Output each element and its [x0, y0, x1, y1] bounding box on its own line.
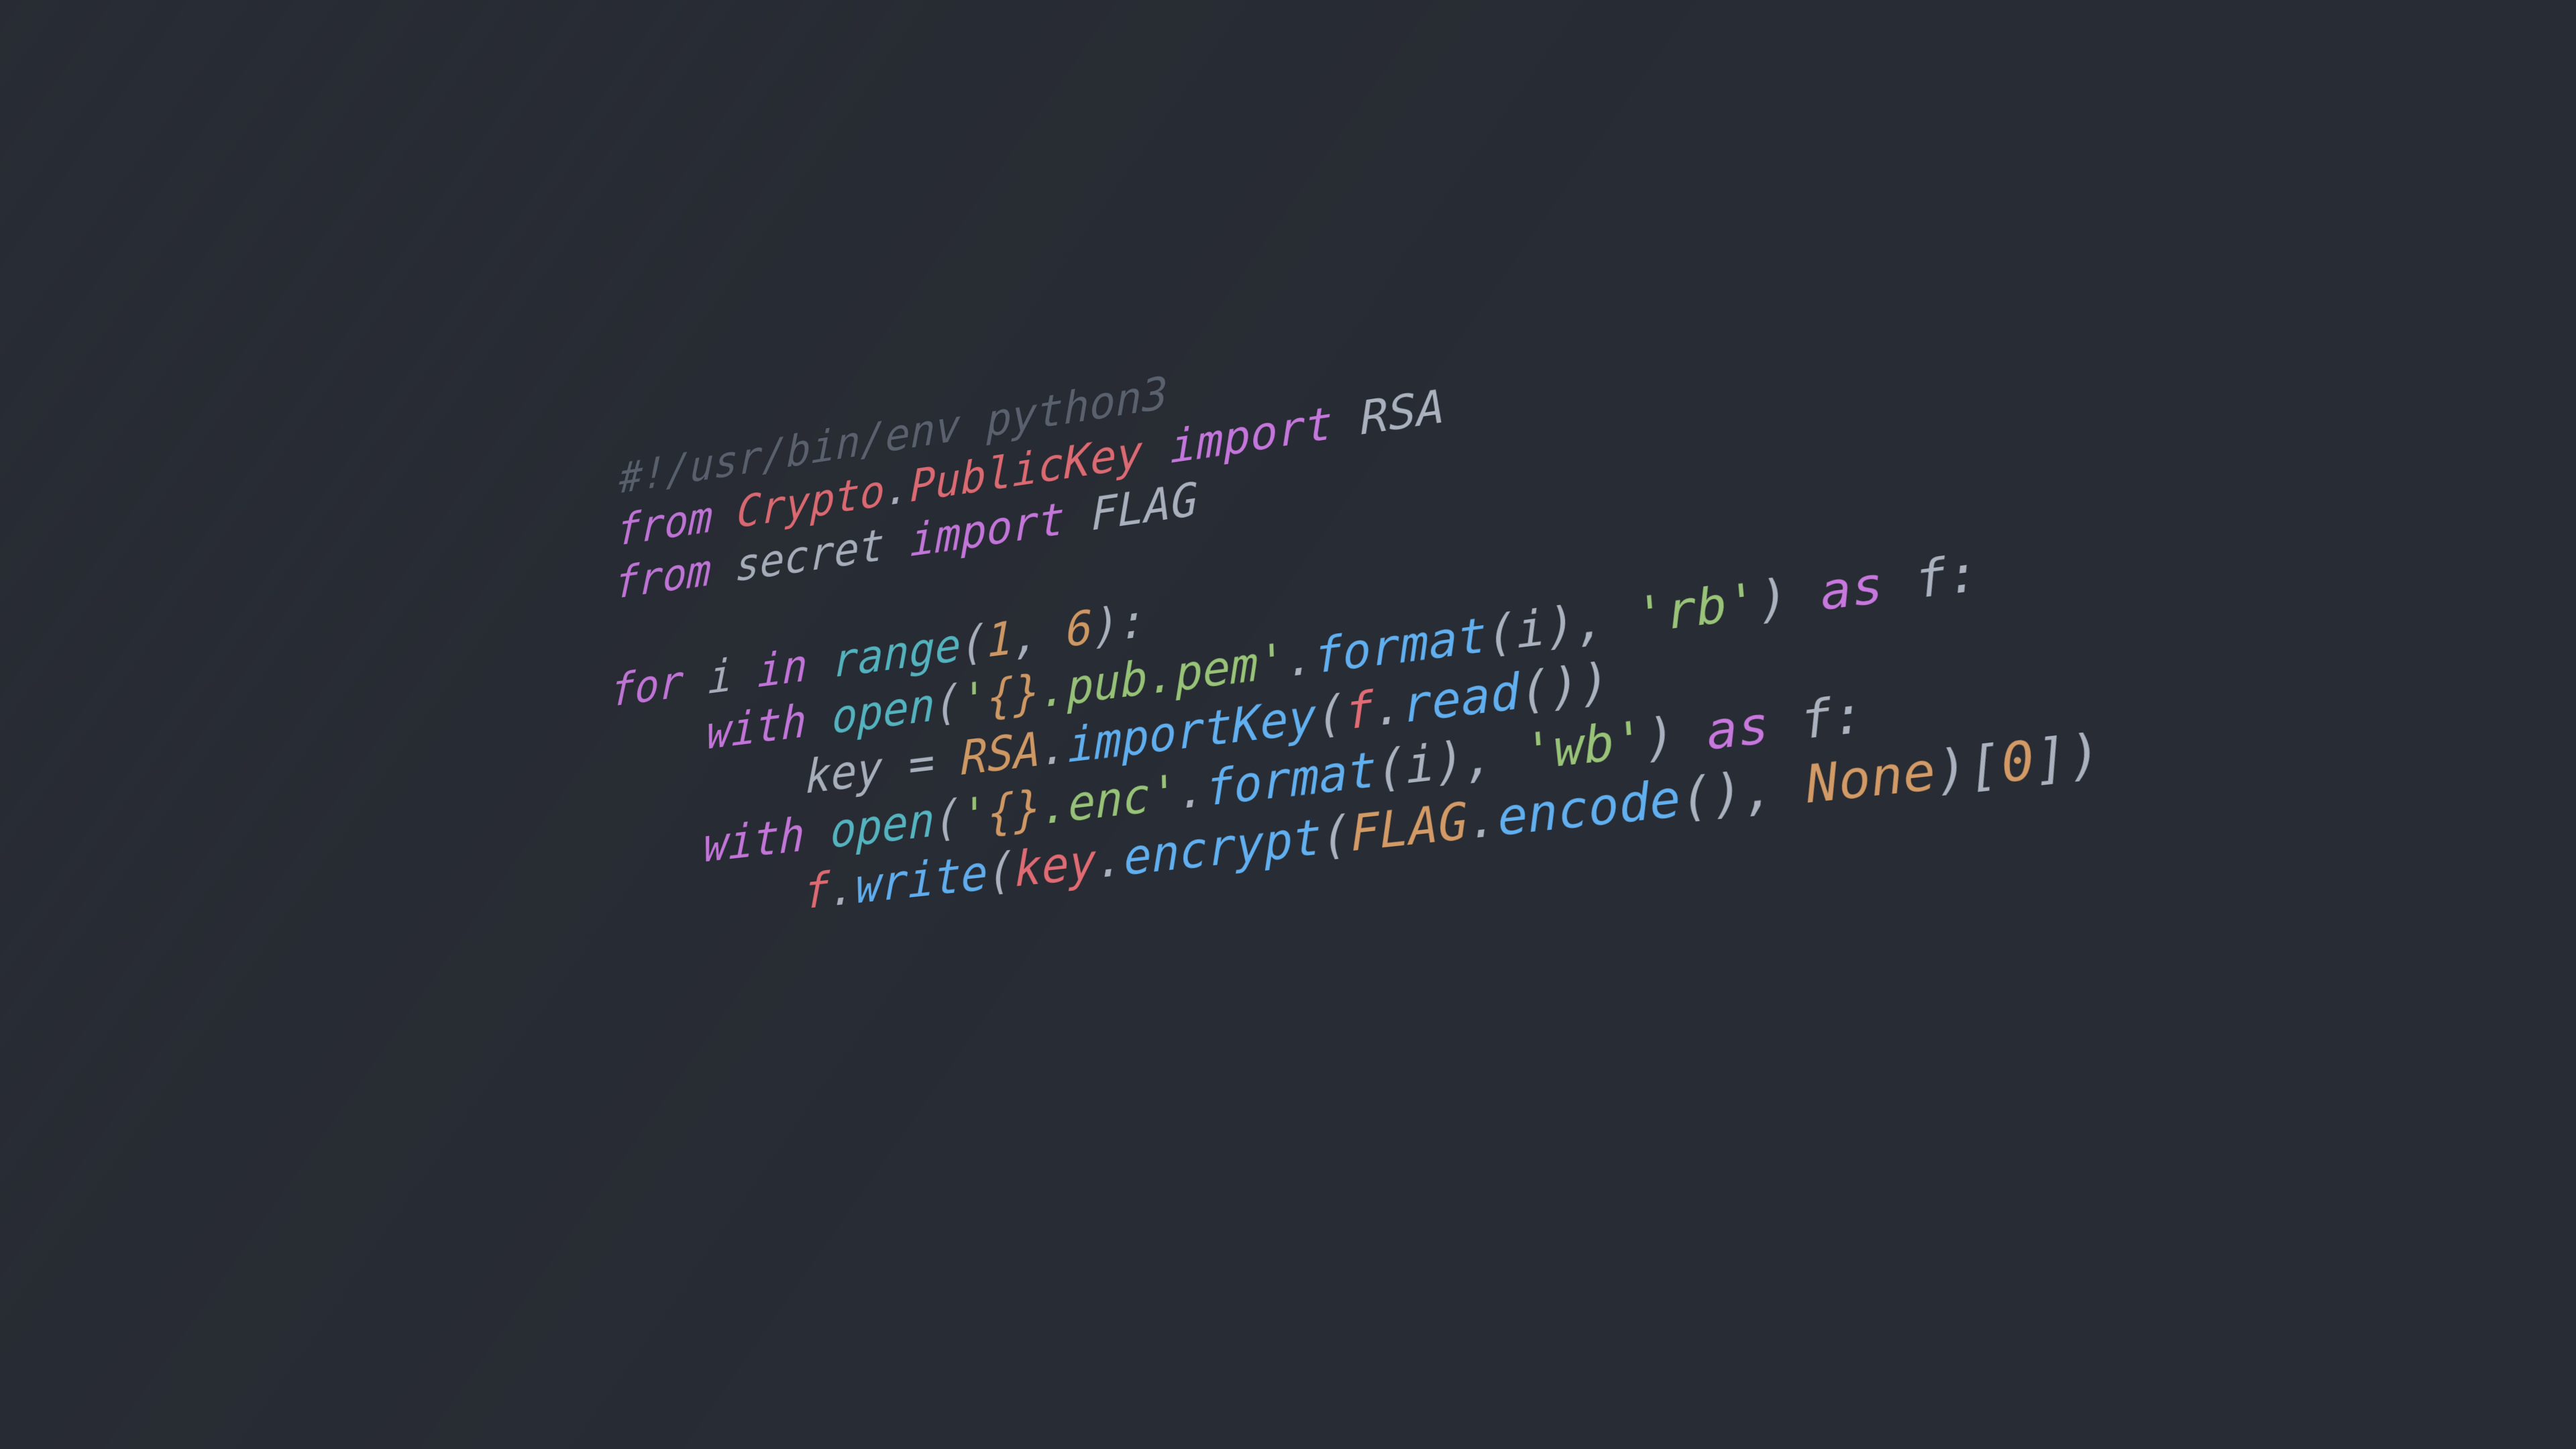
code-token: . [1285, 629, 1316, 688]
code-token: f [803, 863, 830, 920]
code-token: ()) [1518, 652, 1612, 720]
code-token: (), [1678, 755, 1809, 828]
code-token: RSA [1359, 380, 1446, 445]
code-token: . [1466, 789, 1500, 851]
code-token: ( [1375, 738, 1407, 798]
code-token: f: [1880, 543, 1983, 614]
code-token: 1 [987, 611, 1014, 668]
code-token: . [1040, 718, 1068, 777]
code-token: . [1177, 761, 1207, 820]
code-wallpaper-stage: #!/usr/bin/env python3 from Crypto.Public… [0, 0, 2576, 1449]
code-token: with [706, 695, 808, 760]
code-token: key [1014, 833, 1097, 898]
code-token: ( [1320, 805, 1352, 866]
code-token: ( [961, 615, 987, 672]
code-token: for [610, 656, 685, 717]
code-token: FLAG [1349, 792, 1470, 863]
code-token: i [1404, 735, 1437, 796]
code-token: as [1704, 696, 1772, 762]
code-token: ( [987, 842, 1015, 901]
code-token: )[ [1932, 734, 2005, 802]
code-token: ( [934, 790, 961, 848]
code-block: #!/usr/bin/env python3 from Crypto.Public… [592, 218, 2206, 1181]
code-token: ), [1544, 588, 1638, 656]
code-token: write [855, 845, 988, 915]
code-token: . [829, 859, 856, 918]
code-token: ) [1642, 703, 1709, 769]
code-token: open [831, 678, 935, 745]
code-token: . [1373, 678, 1405, 738]
code-token: ( [1485, 603, 1518, 663]
code-token: ), [1433, 724, 1526, 792]
code-token: read [1401, 663, 1522, 735]
code-token: {} [987, 665, 1040, 725]
code-token: . [884, 462, 910, 517]
code-token: None [1803, 741, 1939, 816]
code-token: 'wb' [1521, 710, 1648, 782]
code-token: in [757, 639, 808, 698]
code-token: RSA [961, 722, 1041, 786]
code-token: with [702, 808, 806, 873]
code-token: {} [987, 780, 1042, 842]
code-token: , [1013, 604, 1067, 665]
code-token: ): [1092, 594, 1148, 655]
code-token: ( [934, 675, 961, 732]
code-token: as [1817, 556, 1886, 623]
code-token: 'rb' [1633, 572, 1760, 645]
code-token: 6 [1065, 600, 1093, 658]
code-token: f: [1766, 684, 1868, 755]
code-token: ) [1755, 564, 1823, 630]
code-token: i [1514, 599, 1548, 660]
code-token: i [682, 646, 759, 708]
code-token: ( [1316, 685, 1347, 745]
code-token: open [830, 792, 935, 859]
code-token: . [1095, 830, 1125, 890]
code-token: ' [961, 786, 988, 845]
code-token: ]) [2031, 722, 2106, 792]
code-token: f [1344, 681, 1375, 741]
code-token: ' [961, 672, 987, 729]
